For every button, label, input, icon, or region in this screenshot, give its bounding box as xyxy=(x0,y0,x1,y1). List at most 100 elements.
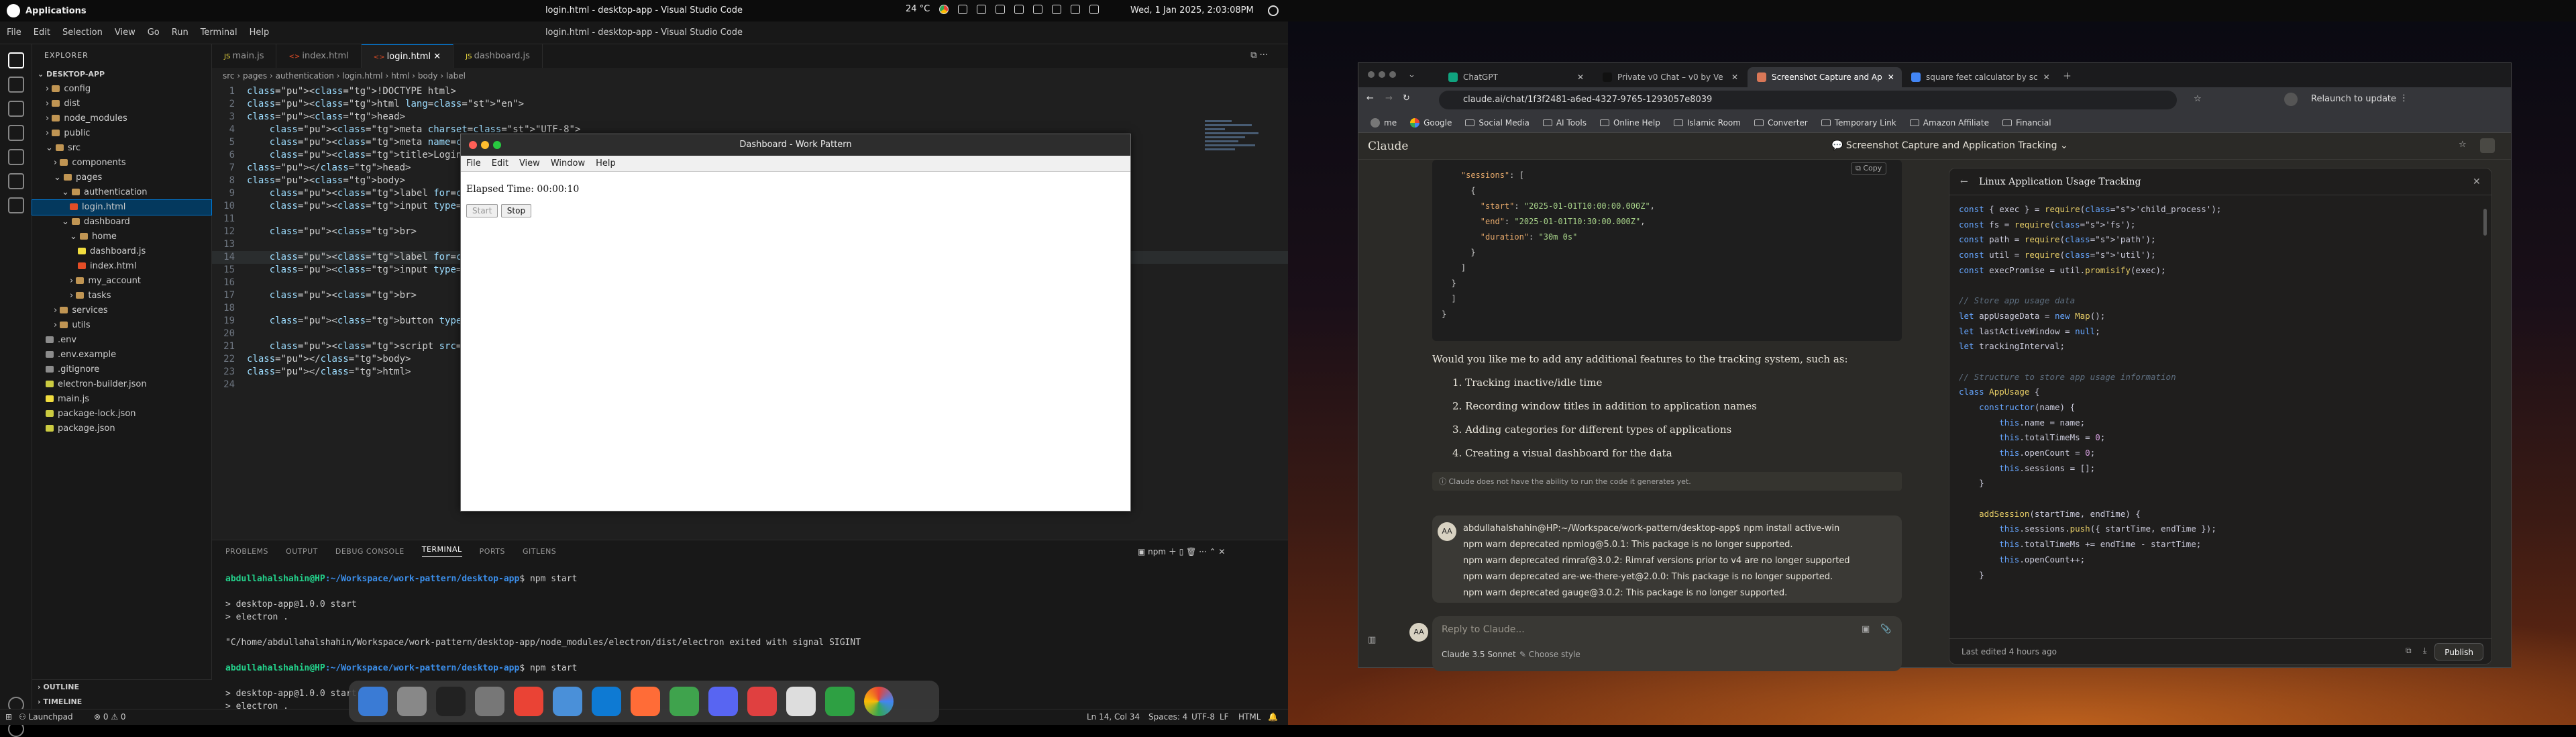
bookmark-converter[interactable]: Converter xyxy=(1754,118,1808,128)
menu-item-view[interactable]: View xyxy=(115,28,136,38)
tab-main-js[interactable]: JS main.js xyxy=(212,44,277,68)
terminal-icon[interactable] xyxy=(436,687,466,716)
panel-tab-debug-console[interactable]: DEBUG CONSOLE xyxy=(335,547,405,556)
timeline-section[interactable]: › TIMELINE xyxy=(32,695,212,709)
close-tab-icon[interactable]: ✕ xyxy=(1577,67,1584,87)
tree-item-src[interactable]: ⌄ src xyxy=(32,141,211,156)
tree-item-config[interactable]: › config xyxy=(32,82,211,97)
address-bar[interactable]: claude.ai/chat/1f3f2481-a6ed-4327-9765-1… xyxy=(1439,91,2177,109)
split-editor-icon[interactable]: ⧉ ··· xyxy=(1250,50,1268,60)
breadcrumb[interactable]: src › pages › authentication › login.htm… xyxy=(212,68,1288,84)
discord-icon[interactable] xyxy=(708,687,738,716)
close-artifact-icon[interactable]: ✕ xyxy=(2473,168,2481,195)
bookmark-amazon-affiliate[interactable]: Amazon Affiliate xyxy=(1909,118,1989,128)
extensions-icon[interactable] xyxy=(8,149,24,165)
battery-icon[interactable] xyxy=(1071,4,1081,14)
bookmark-financial[interactable]: Financial xyxy=(2002,118,2051,128)
bookmark-temporary-link[interactable]: Temporary Link xyxy=(1821,118,1896,128)
tree-item-package-json[interactable]: package.json xyxy=(32,422,211,436)
display-icon[interactable] xyxy=(1014,4,1024,14)
toggle-artifact-icon[interactable] xyxy=(2480,138,2495,153)
remote-indicator-icon[interactable]: ⊞ xyxy=(5,712,12,722)
maximize-panel-icon[interactable]: ⌃ xyxy=(1209,547,1218,556)
mail-icon[interactable] xyxy=(1033,4,1043,14)
close-tab-icon[interactable]: ✕ xyxy=(1731,67,1738,87)
tree-item-node-modules[interactable]: › node_modules xyxy=(32,111,211,126)
tree-item-services[interactable]: › services xyxy=(32,303,211,318)
settings-icon[interactable] xyxy=(475,687,504,716)
tree-item--env[interactable]: .env xyxy=(32,333,211,348)
electron-menu-window[interactable]: Window xyxy=(551,156,585,171)
close-panel-icon[interactable]: ✕ xyxy=(1218,547,1225,556)
tree-item-components[interactable]: › components xyxy=(32,156,211,170)
add-terminal-icon[interactable]: ＋ xyxy=(1169,547,1179,556)
trash-icon[interactable] xyxy=(397,687,427,716)
minimap[interactable] xyxy=(1205,118,1265,172)
bookmark-star-icon[interactable]: ☆ xyxy=(2194,94,2202,104)
menu-item-file[interactable]: File xyxy=(7,28,21,38)
maximize-window-icon[interactable] xyxy=(493,141,501,149)
minimize-window-icon[interactable] xyxy=(1379,71,1385,78)
browser-tab[interactable]: square feet calculator by sc ✕ xyxy=(1902,67,2056,87)
panel-tab-gitlens[interactable]: GITLENS xyxy=(523,547,556,556)
browser-menu-icon[interactable]: ⋮ xyxy=(2400,93,2408,103)
panel-tab-terminal[interactable]: TERMINAL xyxy=(421,545,462,557)
close-tab-icon[interactable]: ✕ xyxy=(1888,67,1894,87)
postman-icon[interactable] xyxy=(631,687,660,716)
close-tab-icon[interactable]: ✕ xyxy=(2043,67,2050,87)
start-button[interactable]: Start xyxy=(466,204,498,217)
tree-item--env-example[interactable]: .env.example xyxy=(32,348,211,362)
panel-tab-problems[interactable]: PROBLEMS xyxy=(225,547,268,556)
tree-item-dashboard[interactable]: ⌄ dashboard xyxy=(32,215,211,230)
end-of-line[interactable]: LF xyxy=(1220,712,1229,722)
electron-menu-help[interactable]: Help xyxy=(596,156,616,171)
tree-item-main-js[interactable]: main.js xyxy=(32,392,211,407)
star-conversation-icon[interactable]: ☆ xyxy=(2459,140,2467,150)
monitor-icon[interactable] xyxy=(825,687,855,716)
network-icon[interactable] xyxy=(958,4,968,14)
files-icon[interactable] xyxy=(553,687,582,716)
launchpad-button[interactable]: ⚇ Launchpad xyxy=(19,712,73,722)
stop-button[interactable]: Stop xyxy=(500,204,532,217)
workspace-root[interactable]: ⌄ DESKTOP-APP xyxy=(32,67,211,82)
conversation-title[interactable]: 💬 Screenshot Capture and Application Tra… xyxy=(1831,140,2068,151)
chrome-icon[interactable] xyxy=(514,687,543,716)
source-control-icon[interactable] xyxy=(8,101,24,117)
minimize-window-icon[interactable] xyxy=(481,141,489,149)
relaunch-button[interactable]: Relaunch to update xyxy=(2311,94,2396,104)
outline-section[interactable]: › OUTLINE xyxy=(32,680,212,695)
tree-item-public[interactable]: › public xyxy=(32,126,211,141)
panel-tab-output[interactable]: OUTPUT xyxy=(286,547,318,556)
chrome-tray-icon[interactable] xyxy=(939,4,949,14)
clipboard-icon[interactable] xyxy=(977,4,987,14)
notes-icon[interactable] xyxy=(996,4,1006,14)
tree-item-tasks[interactable]: › tasks xyxy=(32,289,211,303)
reload-icon[interactable]: ↻ xyxy=(1403,93,1410,103)
publish-button[interactable]: Publish xyxy=(2434,643,2483,660)
power-icon[interactable] xyxy=(1268,5,1279,16)
sidebar-toggle-icon[interactable]: ▥ xyxy=(1368,635,1376,645)
bookmark-ai-tools[interactable]: AI Tools xyxy=(1542,118,1587,128)
kill-terminal-icon[interactable]: 🗑 xyxy=(1186,547,1199,556)
finder-icon[interactable] xyxy=(358,687,388,716)
maximize-window-icon[interactable] xyxy=(1389,71,1396,78)
bookmark-online-help[interactable]: Online Help xyxy=(1599,118,1660,128)
tree-item-authentication[interactable]: ⌄ authentication xyxy=(32,185,211,200)
remote-explorer-icon[interactable] xyxy=(8,173,24,189)
bookmark-google[interactable]: Google xyxy=(1410,117,1452,128)
electron-menu-file[interactable]: File xyxy=(466,156,481,171)
tree-item-pages[interactable]: ⌄ pages xyxy=(32,170,211,185)
attach-image-icon[interactable]: ▣ xyxy=(1862,624,1870,634)
tree-item-package-lock-json[interactable]: package-lock.json xyxy=(32,407,211,422)
tab-login-html[interactable]: <> login.html ✕ xyxy=(361,44,454,68)
bookmark-islamic-room[interactable]: Islamic Room xyxy=(1673,118,1741,128)
style-selector[interactable]: ✎ Choose style xyxy=(1519,650,1580,659)
menu-item-terminal[interactable]: Terminal xyxy=(201,28,237,38)
search-icon[interactable] xyxy=(8,77,24,93)
tree-item-electron-builder-json[interactable]: electron-builder.json xyxy=(32,377,211,392)
encoding[interactable]: UTF-8 xyxy=(1191,712,1215,722)
clock[interactable]: Wed, 1 Jan 2025, 2:03:08PM xyxy=(1130,5,1254,15)
volume-icon[interactable] xyxy=(1052,4,1062,14)
forward-icon[interactable]: → xyxy=(1385,93,1393,103)
claude-logo[interactable]: Claude xyxy=(1368,140,1408,153)
